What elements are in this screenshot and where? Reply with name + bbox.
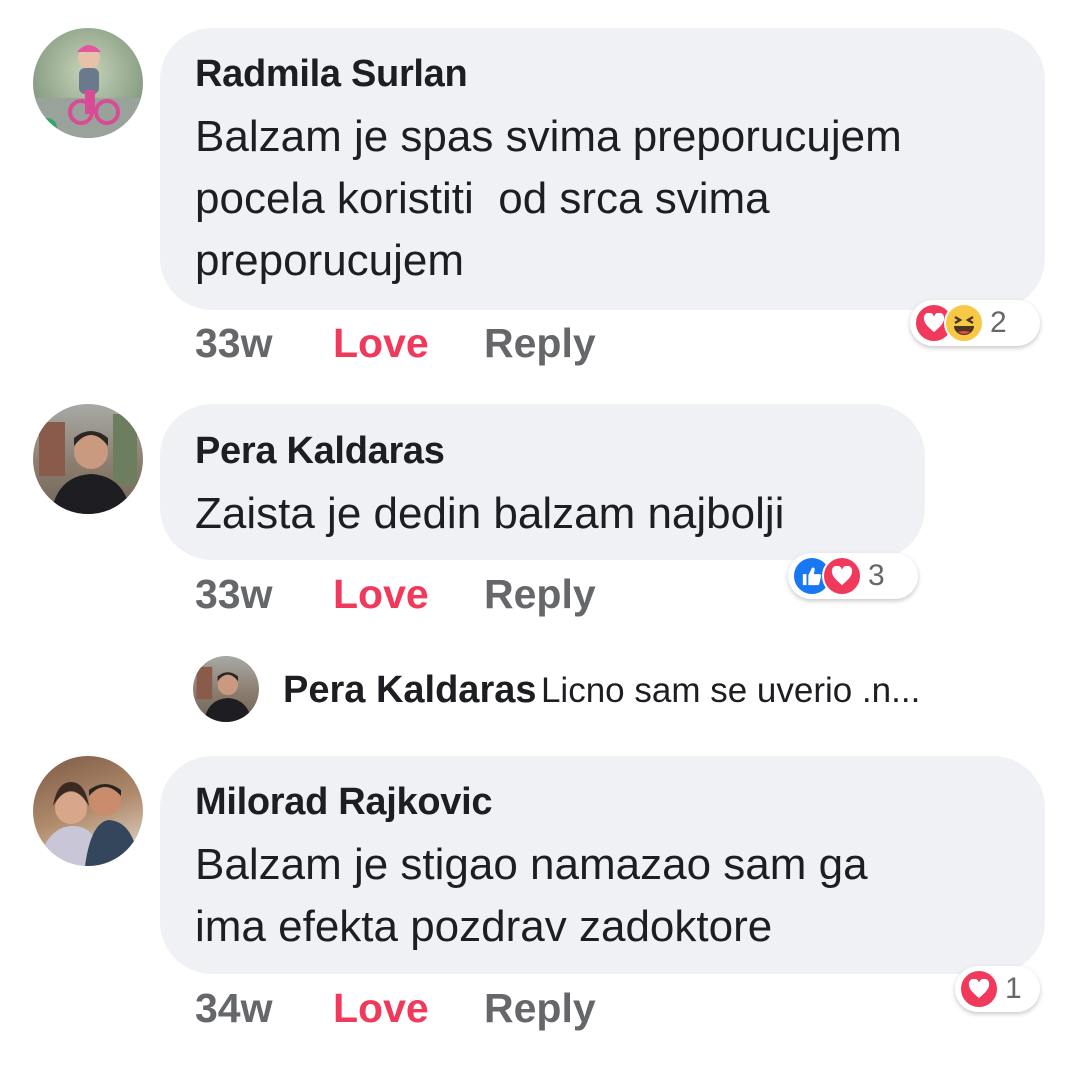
comment-author[interactable]: Milorad Rajkovic (195, 781, 492, 824)
comment-line: Balzam je stigao namazao sam ga (195, 840, 868, 889)
haha-icon (944, 303, 984, 343)
reaction-count: 3 (868, 559, 885, 592)
reply-snippet: Licno sam se uverio .n... (540, 671, 921, 710)
avatar-photo (33, 45, 143, 138)
reply-button[interactable]: Reply (484, 985, 596, 1032)
reply-avatar[interactable] (193, 656, 259, 722)
avatar[interactable] (33, 756, 143, 866)
avatar-photo (39, 414, 137, 514)
avatar-photo (196, 666, 252, 722)
comment-timestamp[interactable]: 34w (195, 985, 273, 1032)
avatar[interactable] (33, 28, 143, 138)
comment-author[interactable]: Pera Kaldaras (195, 430, 445, 473)
comment-timestamp[interactable]: 33w (195, 320, 273, 367)
comment-line: preporucujem (195, 236, 465, 285)
comment-line: Zaista je dedin balzam najbolji (195, 489, 785, 538)
reply-preview[interactable]: Pera Kaldaras Licno sam se uverio .n... (283, 669, 920, 712)
comment-line: Balzam je spas svima preporucujem (195, 112, 902, 161)
heart-icon (959, 969, 999, 1009)
comment-text: Balzam je spas svima preporucujem pocela… (195, 106, 902, 292)
love-button[interactable]: Love (333, 571, 429, 618)
avatar[interactable] (33, 404, 143, 514)
reaction-count: 1 (1005, 972, 1022, 1005)
comment-line: pocela koristiti od srca svima (195, 174, 770, 223)
reply-button[interactable]: Reply (484, 320, 596, 367)
reaction-summary[interactable]: 2 (910, 300, 1040, 346)
reaction-summary[interactable]: 3 (788, 553, 918, 599)
reaction-summary[interactable]: 1 (955, 966, 1040, 1012)
comment-timestamp[interactable]: 33w (195, 571, 273, 618)
comment-text: Balzam je stigao namazao sam ga ima efek… (195, 834, 868, 958)
avatar-photo (37, 782, 139, 866)
reply-button[interactable]: Reply (484, 571, 596, 618)
love-button[interactable]: Love (333, 985, 429, 1032)
comment-line: ima efekta pozdrav zadoktore (195, 902, 773, 951)
love-button[interactable]: Love (333, 320, 429, 367)
heart-icon (822, 556, 862, 596)
comment-text: Zaista je dedin balzam najbolji (195, 483, 784, 545)
comment-author[interactable]: Radmila Surlan (195, 53, 468, 96)
reaction-count: 2 (990, 306, 1007, 339)
reply-author[interactable]: Pera Kaldaras (283, 669, 537, 711)
